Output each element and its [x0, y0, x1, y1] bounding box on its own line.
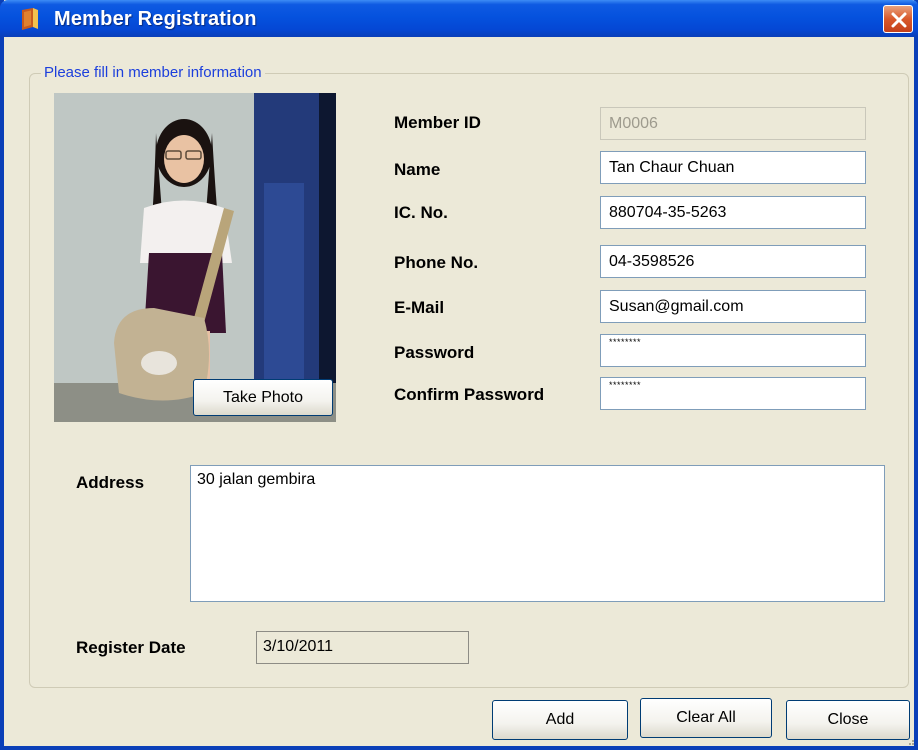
title-bar[interactable]: Member Registration	[0, 0, 918, 37]
group-legend: Please fill in member information	[41, 64, 265, 81]
register-date-field: 3/10/2011	[256, 631, 469, 664]
add-button[interactable]: Add	[492, 700, 628, 740]
member-id-label: Member ID	[394, 113, 481, 132]
address-textarea[interactable]: 30 jalan gembira	[190, 465, 885, 602]
close-x-icon	[891, 12, 907, 28]
take-photo-button[interactable]: Take Photo	[193, 379, 333, 416]
clear-all-button[interactable]: Clear All	[640, 698, 772, 738]
window-close-button[interactable]	[883, 5, 913, 33]
ic-no-label: IC. No.	[394, 203, 448, 222]
email-label: E-Mail	[394, 298, 445, 317]
resize-grip-icon[interactable]	[905, 736, 915, 746]
ic-no-field[interactable]	[600, 196, 866, 229]
email-field[interactable]	[600, 290, 866, 323]
address-label: Address	[76, 473, 145, 492]
close-button[interactable]: Close	[786, 700, 910, 740]
member-photo-image	[54, 93, 336, 422]
register-date-label: Register Date	[76, 638, 186, 657]
phone-no-label: Phone No.	[394, 253, 479, 272]
book-icon	[22, 8, 38, 30]
name-label: Name	[394, 160, 441, 179]
member-photo	[54, 93, 336, 422]
name-field[interactable]	[600, 151, 866, 184]
password-field[interactable]: ********	[600, 334, 866, 367]
window-title: Member Registration	[54, 8, 257, 30]
confirm-password-field[interactable]: ********	[600, 377, 866, 410]
confirm-password-label: Confirm Password	[394, 385, 545, 404]
password-label: Password	[394, 343, 475, 362]
member-id-field	[600, 107, 866, 140]
phone-no-field[interactable]	[600, 245, 866, 278]
